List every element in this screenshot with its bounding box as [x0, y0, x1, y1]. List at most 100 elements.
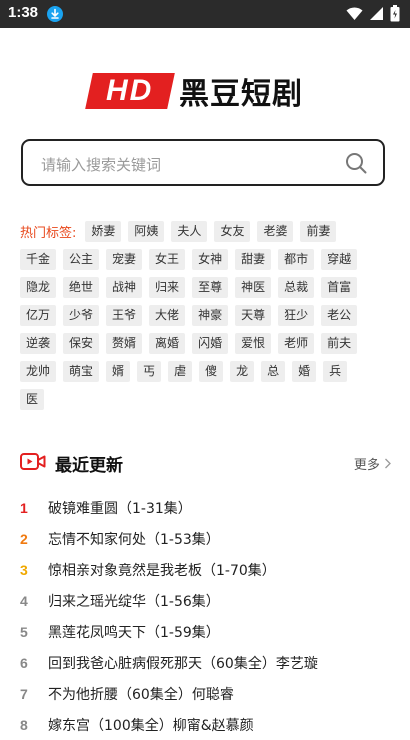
tag-row: 医 [20, 389, 390, 410]
tag-chip[interactable]: 婚 [292, 361, 317, 382]
search-input[interactable]: 请输入搜索关键词 [41, 154, 161, 175]
tag-chip[interactable]: 狂少 [278, 305, 315, 326]
search-box[interactable]: 请输入搜索关键词 [21, 139, 385, 186]
status-time: 1:38 [8, 4, 39, 21]
tag-chip[interactable]: 千金 [20, 249, 57, 270]
tag-chip[interactable]: 公主 [63, 249, 100, 270]
tag-chip[interactable]: 老婆 [257, 221, 294, 242]
rank-number: 4 [20, 592, 28, 609]
tag-row: 逆袭 保安 赘婿 离婚 闪婚 爱恨 老师 前夫 [20, 333, 390, 354]
tag-chip[interactable]: 赘婿 [106, 333, 143, 354]
tag-chip[interactable]: 总裁 [278, 277, 315, 298]
list-item[interactable]: 8 嫁东宫（100集全）柳甯&赵慕颜 [20, 709, 392, 740]
rank-number: 7 [20, 685, 28, 702]
search-icon[interactable] [345, 152, 367, 178]
rank-number: 5 [20, 623, 28, 640]
tag-chip[interactable]: 战神 [106, 277, 143, 298]
tag-chip[interactable]: 神医 [235, 277, 272, 298]
tag-chip[interactable]: 龙帅 [20, 361, 57, 382]
tag-chip[interactable]: 隐龙 [20, 277, 57, 298]
tag-chip[interactable]: 女神 [192, 249, 229, 270]
app-logo: HD 黑豆短剧 [85, 71, 319, 112]
list-item[interactable]: 6 回到我爸心脏病假死那天（60集全）李艺璇 [20, 647, 392, 678]
tag-chip[interactable]: 女友 [214, 221, 251, 242]
recent-updates-list: 1 破镜难重圆（1-31集） 2 忘情不知家何处（1-53集） 3 惊相亲对象竟然是我老板… [20, 492, 392, 740]
tag-chip[interactable]: 甜妻 [235, 249, 272, 270]
tag-chip[interactable]: 兵 [323, 361, 348, 382]
video-camera-icon [20, 452, 46, 476]
tag-row: 千金 公主 宠妻 女王 女神 甜妻 都市 穿越 [20, 249, 390, 270]
wifi-icon [346, 6, 363, 25]
status-bar: 1:38 [0, 0, 410, 28]
tag-chip[interactable]: 医 [20, 389, 45, 410]
tag-chip[interactable]: 龙 [230, 361, 255, 382]
hot-tags: 热门标签: 娇妻 阿姨 夫人 女友 老婆 前妻 千金 公主 宠妻 女王 女神 甜妻 都市 穿越 隐龙 绝世 战神归… [20, 221, 390, 417]
rank-number: 2 [20, 530, 28, 547]
list-item[interactable]: 3 惊相亲对象竟然是我老板（1-70集） [20, 554, 392, 585]
hot-tags-label: 热门标签: [20, 226, 77, 241]
tag-chip[interactable]: 丐 [137, 361, 162, 382]
tag-chip[interactable]: 首富 [321, 277, 358, 298]
tag-row: 隐龙 绝世 战神 归来 至尊 神医 总裁 首富 [20, 277, 390, 298]
tag-chip[interactable]: 萌宝 [63, 361, 100, 382]
tag-chip[interactable]: 天尊 [235, 305, 272, 326]
tag-row: 亿万 少爷 王爷 大佬 神豪 天尊 狂少 老公 [20, 305, 390, 326]
tag-chip[interactable]: 女王 [149, 249, 186, 270]
tag-chip[interactable]: 逆袭 [20, 333, 57, 354]
list-item[interactable]: 2 忘情不知家何处（1-53集） [20, 523, 392, 554]
tag-chip[interactable]: 前妻 [300, 221, 337, 242]
drama-title[interactable]: 归来之瑶光绽华（1-56集） [48, 591, 220, 611]
drama-title[interactable]: 黑莲花凤鸣天下（1-59集） [48, 622, 220, 642]
tag-chip[interactable]: 少爷 [63, 305, 100, 326]
tag-chip[interactable]: 保安 [63, 333, 100, 354]
tag-chip[interactable]: 亿万 [20, 305, 57, 326]
tag-chip[interactable]: 王爷 [106, 305, 143, 326]
tag-chip[interactable]: 离婚 [149, 333, 186, 354]
drama-title[interactable]: 嫁东宫（100集全）柳甯&赵慕颜 [48, 715, 254, 735]
rank-number: 6 [20, 654, 28, 671]
download-notification-icon [47, 6, 63, 22]
recent-updates-header: 最近更新 更多 [20, 450, 392, 476]
section-title: 最近更新 [55, 456, 123, 476]
tag-chip[interactable]: 总 [261, 361, 286, 382]
drama-title[interactable]: 不为他折腰（60集全）何聪睿 [48, 684, 234, 704]
tag-chip[interactable]: 至尊 [192, 277, 229, 298]
tag-chip[interactable]: 爱恨 [235, 333, 272, 354]
tag-chip[interactable]: 穿越 [321, 249, 358, 270]
drama-title[interactable]: 忘情不知家何处（1-53集） [48, 529, 220, 549]
tag-row: 龙帅 萌宝婿丐虐傻龙总婚兵 [20, 361, 390, 382]
tag-chip[interactable]: 大佬 [149, 305, 186, 326]
rank-number: 8 [20, 716, 28, 733]
rank-number: 1 [20, 499, 28, 516]
tag-chip[interactable]: 归来 [149, 277, 186, 298]
tag-chip[interactable]: 婿 [106, 361, 131, 382]
tag-chip[interactable]: 都市 [278, 249, 315, 270]
tag-chip[interactable]: 前夫 [321, 333, 358, 354]
logo-badge: HD [85, 73, 175, 109]
list-item[interactable]: 7 不为他折腰（60集全）何聪睿 [20, 678, 392, 709]
more-label[interactable]: 更多 [354, 458, 380, 473]
tag-chip[interactable]: 绝世 [63, 277, 100, 298]
rank-number: 3 [20, 561, 28, 578]
chevron-right-icon[interactable] [384, 458, 392, 469]
signal-icon [369, 6, 384, 25]
drama-title[interactable]: 回到我爸心脏病假死那天（60集全）李艺璇 [48, 653, 318, 673]
tag-chip[interactable]: 虐 [168, 361, 193, 382]
tag-chip[interactable]: 宠妻 [106, 249, 143, 270]
tag-row: 热门标签: 娇妻 阿姨 夫人 女友 老婆 前妻 [20, 221, 390, 242]
tag-chip[interactable]: 夫人 [171, 221, 208, 242]
tag-chip[interactable]: 傻 [199, 361, 224, 382]
tag-chip[interactable]: 娇妻 [85, 221, 122, 242]
more-link[interactable]: 更多 [354, 454, 392, 473]
tag-chip[interactable]: 老公 [321, 305, 358, 326]
list-item[interactable]: 5 黑莲花凤鸣天下（1-59集） [20, 616, 392, 647]
logo-name: 黑豆短剧 [179, 77, 303, 112]
drama-title[interactable]: 破镜难重圆（1-31集） [48, 498, 192, 518]
list-item[interactable]: 1 破镜难重圆（1-31集） [20, 492, 392, 523]
list-item[interactable]: 4 归来之瑶光绽华（1-56集） [20, 585, 392, 616]
tag-chip[interactable]: 闪婚 [192, 333, 229, 354]
drama-title[interactable]: 惊相亲对象竟然是我老板（1-70集） [48, 560, 276, 580]
tag-chip[interactable]: 神豪 [192, 305, 229, 326]
tag-chip[interactable]: 老师 [278, 333, 315, 354]
tag-chip[interactable]: 阿姨 [128, 221, 165, 242]
